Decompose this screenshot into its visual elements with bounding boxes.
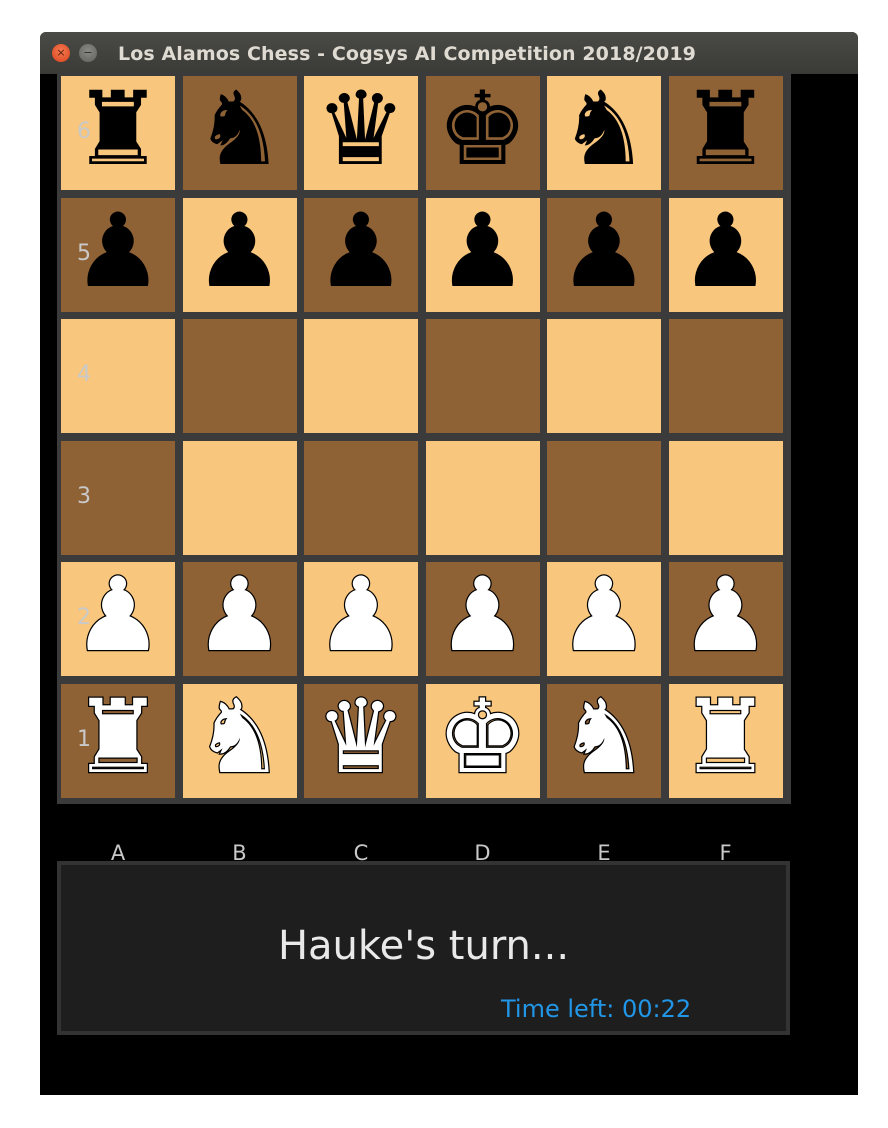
- black-rook-icon[interactable]: ♜: [680, 79, 771, 181]
- square-b4[interactable]: [182, 319, 297, 433]
- black-pawn-icon[interactable]: ♟: [315, 200, 406, 303]
- title-bar[interactable]: × − Los Alamos Chess - Cogsys AI Competi…: [40, 32, 858, 74]
- square-c1[interactable]: ♛: [304, 683, 418, 798]
- white-knight-icon[interactable]: ♞: [557, 685, 651, 790]
- white-pawn-icon[interactable]: ♟: [557, 563, 651, 668]
- square-d4[interactable]: [425, 319, 540, 433]
- square-f5[interactable]: ♟: [668, 197, 783, 312]
- black-pawn-icon[interactable]: ♟: [558, 200, 649, 303]
- white-queen-icon[interactable]: ♛: [314, 685, 408, 790]
- square-b2[interactable]: ♟: [182, 562, 297, 676]
- square-e2[interactable]: ♟: [547, 562, 661, 676]
- black-king-icon[interactable]: ♚: [437, 79, 528, 181]
- square-d6[interactable]: ♚: [425, 76, 540, 190]
- turn-message: Hauke's turn...: [277, 923, 570, 969]
- square-e3[interactable]: [547, 440, 661, 555]
- square-e4[interactable]: [547, 319, 661, 433]
- white-pawn-icon[interactable]: ♟: [436, 563, 530, 668]
- rank-label-2: 2: [77, 605, 91, 630]
- white-knight-icon[interactable]: ♞: [193, 685, 287, 790]
- status-panel: Hauke's turn... Time left: 00:22: [57, 861, 790, 1035]
- window-title: Los Alamos Chess - Cogsys AI Competition…: [118, 43, 696, 65]
- square-f6[interactable]: ♜: [668, 76, 783, 190]
- black-pawn-icon[interactable]: ♟: [680, 200, 771, 303]
- square-e5[interactable]: ♟: [547, 197, 661, 312]
- square-e6[interactable]: ♞: [547, 76, 661, 190]
- white-pawn-icon[interactable]: ♟: [193, 563, 287, 668]
- close-button[interactable]: ×: [52, 44, 70, 62]
- minimize-button[interactable]: −: [79, 44, 97, 62]
- time-left: Time left: 00:22: [501, 995, 692, 1023]
- square-c5[interactable]: ♟: [304, 197, 418, 312]
- square-b6[interactable]: ♞: [182, 76, 297, 190]
- square-f3[interactable]: [668, 440, 783, 555]
- chess-board: ♜ ♞ ♛ ♚ ♞ ♜ ♟ ♟ ♟ ♟ ♟ ♟ ♟ ♟ ♟ ♟ ♟ ♟ ♜ ♞ ♛ ♚ ♞ ♜: [57, 72, 791, 804]
- square-c6[interactable]: ♛: [304, 76, 418, 190]
- rank-label-5: 5: [77, 240, 91, 266]
- square-d5[interactable]: ♟: [425, 197, 540, 312]
- white-rook-icon[interactable]: ♜: [679, 685, 773, 790]
- square-f1[interactable]: ♜: [668, 683, 783, 798]
- square-d3[interactable]: [425, 440, 540, 555]
- square-c3[interactable]: [304, 440, 418, 555]
- rank-label-6: 6: [77, 119, 91, 144]
- square-c2[interactable]: ♟: [304, 562, 418, 676]
- white-pawn-icon[interactable]: ♟: [679, 563, 773, 668]
- square-b3[interactable]: [182, 440, 297, 555]
- white-king-icon[interactable]: ♚: [436, 685, 530, 790]
- black-queen-icon[interactable]: ♛: [315, 79, 406, 181]
- black-knight-icon[interactable]: ♞: [194, 79, 285, 181]
- square-b1[interactable]: ♞: [182, 683, 297, 798]
- black-pawn-icon[interactable]: ♟: [194, 200, 285, 303]
- square-e1[interactable]: ♞: [547, 683, 661, 798]
- black-knight-icon[interactable]: ♞: [558, 79, 649, 181]
- rank-label-3: 3: [77, 483, 91, 509]
- white-pawn-icon[interactable]: ♟: [314, 563, 408, 668]
- rank-label-4: 4: [77, 362, 91, 387]
- square-d1[interactable]: ♚: [425, 683, 540, 798]
- square-d2[interactable]: ♟: [425, 562, 540, 676]
- black-pawn-icon[interactable]: ♟: [437, 200, 528, 303]
- square-f2[interactable]: ♟: [668, 562, 783, 676]
- square-b5[interactable]: ♟: [182, 197, 297, 312]
- square-c4[interactable]: [304, 319, 418, 433]
- rank-label-1: 1: [77, 726, 91, 752]
- square-f4[interactable]: [668, 319, 783, 433]
